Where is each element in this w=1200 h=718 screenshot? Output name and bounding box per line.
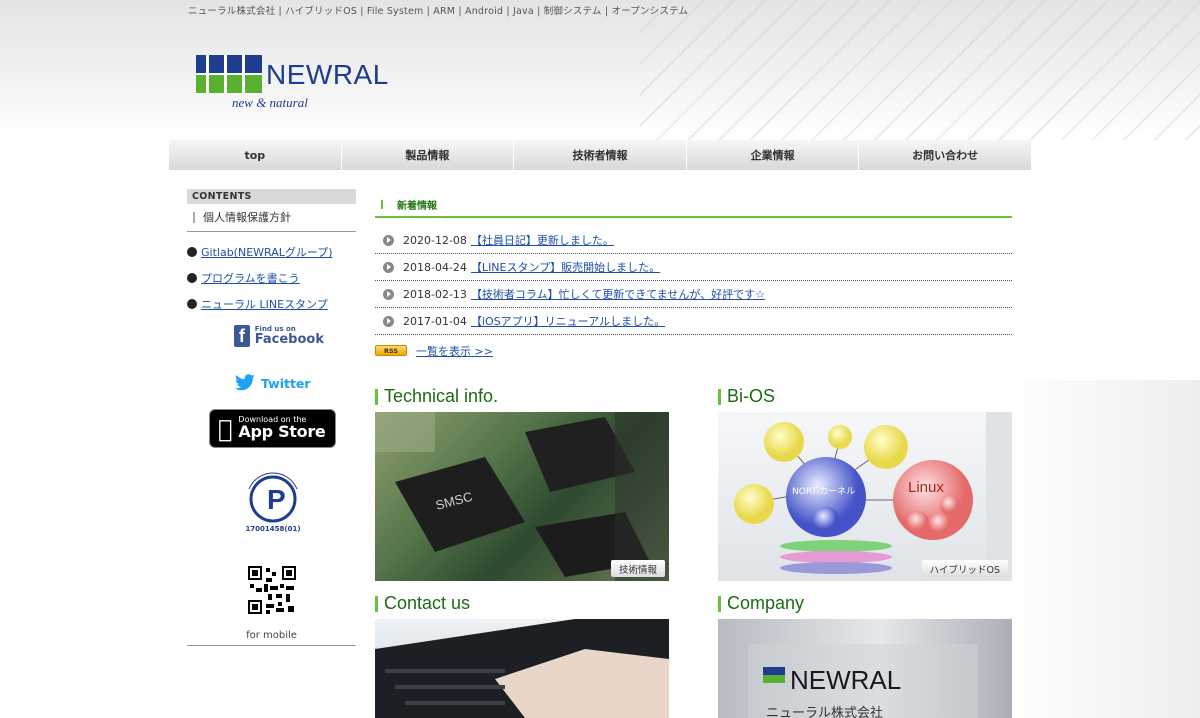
bullet-icon (187, 273, 197, 283)
sidebar-link-programming[interactable]: プログラムを書こう (187, 270, 356, 286)
news-item: 2018-02-13 【技術者コラム】忙しくて更新できてませんが、好評です☆ (375, 281, 1012, 308)
news-link[interactable]: 【iOSアプリ】リニューアルしました。 (471, 313, 665, 329)
news-item: 2018-04-24 【LINEスタンプ】販売開始しました。 (375, 254, 1012, 281)
nav-contact[interactable]: お問い合わせ (859, 140, 1031, 170)
news-header: 新着情報 (375, 193, 1012, 218)
tagline: ニューラル株式会社 | ハイブリッドOS | File System | ARM… (188, 6, 689, 17)
right-background (1000, 380, 1200, 718)
sign-sub-text: ニューラル株式会社 (766, 705, 883, 718)
twitter-label: Twitter (261, 375, 311, 391)
facebook-label: Facebook (254, 332, 324, 347)
bios-section-title: Bi-OS (718, 386, 775, 407)
bios-caption: ハイブリッドOS (921, 560, 1008, 577)
company-image[interactable]: NEWRAL ニューラル株式会社 (718, 619, 1012, 718)
news-link[interactable]: 【社員日記】更新しました。 (471, 232, 614, 248)
qr-code-icon (248, 566, 296, 614)
rss-row: RSS 一覧を表示 >> (375, 343, 493, 359)
nav-engineers[interactable]: 技術者情報 (514, 140, 687, 170)
title-bar-icon (375, 388, 378, 405)
facebook-button[interactable]: f Find us on Facebook (234, 323, 324, 349)
contact-section-title: Contact us (375, 593, 470, 614)
svg-text:P: P (267, 484, 286, 515)
bullet-icon (187, 247, 197, 257)
app-store-badge[interactable]:  Download on the App Store (209, 409, 336, 448)
bios-title-text: Bi-OS (727, 386, 776, 406)
bios-image[interactable]: NORTiカーネル Linux ハイブリッドOS (718, 412, 1012, 581)
sidebar-header: CONTENTS (187, 189, 356, 204)
linux-label: Linux (908, 479, 944, 496)
tech-info-image[interactable]: SMSC 技術情報 (375, 412, 669, 581)
privacy-policy-link[interactable]: 個人情報保護方針 (187, 204, 356, 232)
logo[interactable]: NEWRAL new & natural (196, 55, 396, 115)
rss-icon[interactable]: RSS (375, 345, 407, 356)
company-title-text: Company (727, 593, 805, 613)
news-item: 2020-12-08 【社員日記】更新しました。 (375, 227, 1012, 254)
sidebar-link-label: Gitlab(NEWRALグループ) (201, 246, 333, 259)
bullet-icon (187, 299, 197, 309)
news-date: 2020-12-08 (403, 233, 467, 247)
logo-subtitle: new & natural (232, 95, 308, 110)
twitter-bird-icon (235, 374, 255, 391)
play-arrow-icon (383, 288, 394, 300)
circuit-pattern (640, 0, 1200, 140)
privacy-policy-label: 個人情報保護方針 (203, 211, 291, 224)
sign-text: NEWRAL (790, 665, 901, 695)
sidebar-link-line-stamp[interactable]: ニューラル LINEスタンプ (187, 296, 356, 312)
news-link[interactable]: 【LINEスタンプ】販売開始しました。 (471, 259, 660, 275)
company-section-title: Company (718, 593, 804, 614)
facebook-icon: f (234, 325, 250, 347)
app-store-label: App Store (224, 422, 325, 442)
sidebar-link-gitlab[interactable]: Gitlab(NEWRALグループ) (187, 244, 356, 260)
news-item: 2017-01-04 【iOSアプリ】リニューアルしました。 (375, 308, 1012, 335)
news-list: 2020-12-08 【社員日記】更新しました。 2018-04-24 【LIN… (375, 227, 1012, 335)
twitter-button[interactable]: Twitter (234, 373, 324, 393)
kernel-label: NORTiカーネル (792, 486, 855, 497)
privacy-mark-number: 17001458(01) (245, 525, 301, 533)
sidebar-divider (187, 645, 356, 646)
play-arrow-icon (383, 315, 394, 327)
mobile-label: for mobile (246, 630, 297, 641)
logo-name: NEWRAL (266, 59, 389, 90)
sidebar: CONTENTS 個人情報保護方針 Gitlab(NEWRALグループ) プログ… (187, 189, 356, 646)
contact-title-text: Contact us (384, 593, 471, 613)
sidebar-link-label: ニューラル LINEスタンプ (201, 298, 328, 311)
play-arrow-icon (383, 234, 394, 246)
sidebar-link-label: プログラムを書こう (201, 272, 300, 285)
circuit-board-photo: SMSC (375, 412, 669, 581)
apple-icon:  (218, 417, 232, 441)
policy-bar-icon (193, 211, 195, 223)
news-date: 2018-02-13 (403, 287, 467, 301)
privacy-mark-logo[interactable]: P 17001458(01) (241, 469, 305, 539)
main-nav: top 製品情報 技術者情報 企業情報 お問い合わせ (169, 140, 1031, 170)
title-bar-icon (718, 595, 721, 612)
news-marker-icon (381, 200, 383, 209)
logo-mark-icon (196, 55, 262, 93)
nav-products[interactable]: 製品情報 (342, 140, 515, 170)
title-bar-icon (718, 388, 721, 405)
keyboard-photo (375, 619, 669, 718)
news-title: 新着情報 (397, 201, 437, 212)
news-date: 2018-04-24 (403, 260, 467, 274)
news-link[interactable]: 【技術者コラム】忙しくて更新できてませんが、好評です☆ (471, 286, 765, 302)
company-sign-photo: NEWRAL ニューラル株式会社 (748, 644, 978, 718)
title-bar-icon (375, 595, 378, 612)
tech-section-title: Technical info. (375, 386, 498, 407)
news-more-link[interactable]: 一覧を表示 >> (416, 343, 493, 359)
privacy-mark-icon: P (248, 472, 298, 523)
tech-title-text: Technical info. (384, 386, 499, 406)
tech-caption: 技術情報 (610, 560, 665, 577)
nav-company[interactable]: 企業情報 (687, 140, 860, 170)
news-date: 2017-01-04 (403, 314, 467, 328)
nav-top[interactable]: top (169, 140, 342, 170)
hybrid-os-diagram: NORTiカーネル Linux (734, 412, 1012, 581)
play-arrow-icon (383, 261, 394, 273)
contact-image[interactable] (375, 619, 669, 718)
